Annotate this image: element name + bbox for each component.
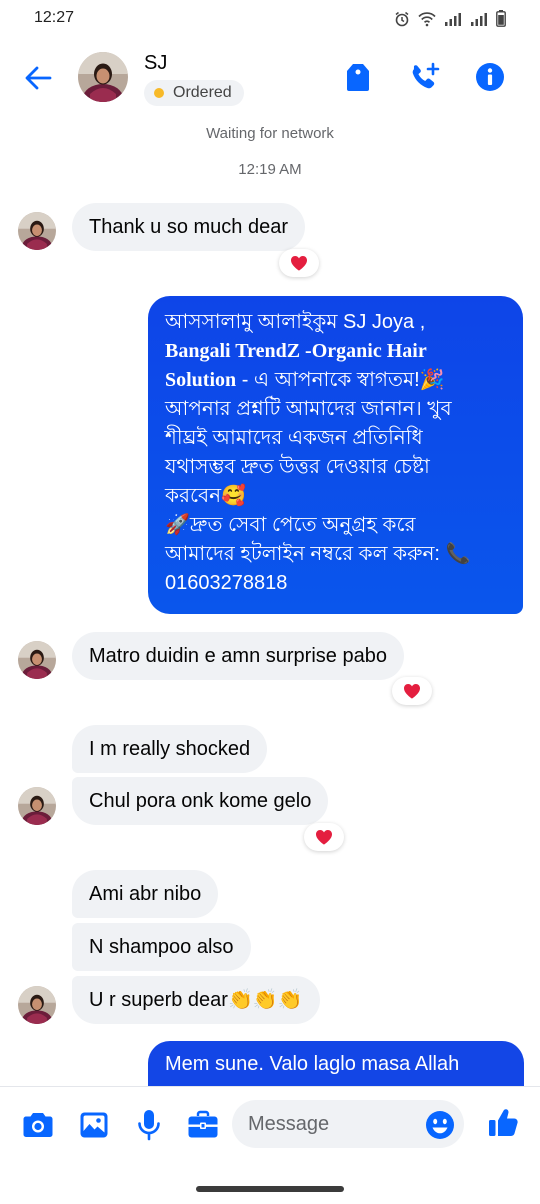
wifi-icon <box>418 11 436 26</box>
greeting-line: Bangali TrendZ -Organic Hair <box>165 340 427 362</box>
sender-avatar[interactable] <box>18 986 56 1024</box>
signal-icon <box>445 12 461 26</box>
contact-name[interactable]: SJ <box>144 52 167 75</box>
clap-emoji: 👏👏👏 <box>227 989 303 1011</box>
info-button[interactable] <box>474 60 506 94</box>
thumbs-up-icon <box>489 1109 518 1136</box>
sender-avatar[interactable] <box>18 212 56 250</box>
business-tools-button[interactable] <box>186 1108 220 1142</box>
emoji-button[interactable] <box>424 1109 456 1141</box>
message-bubble-incoming[interactable]: U r superb dear👏👏👏 <box>72 976 320 1024</box>
avatar-image <box>18 986 56 1024</box>
message-bubble-incoming[interactable]: Matro duidin e amn surprise pabo <box>72 632 404 680</box>
network-notice: Waiting for network <box>206 125 334 142</box>
message-bubble-incoming[interactable]: I m really shocked <box>72 725 268 773</box>
message-bubble-outgoing[interactable]: আসসালামু আলাইকুম SJ Joya , Bangali Trend… <box>148 296 523 614</box>
home-indicator <box>196 1186 344 1192</box>
greeting-line: শীঘ্রই আমাদের একজন প্রতিনিধি <box>165 427 423 449</box>
back-button[interactable] <box>20 60 56 96</box>
status-icons <box>394 10 506 27</box>
add-call-button[interactable] <box>408 60 440 94</box>
message-bubble-incoming[interactable]: N shampoo also <box>72 923 251 971</box>
status-bar: 12:27 <box>0 0 540 38</box>
greeting-line: আমাদের হটলাইন নম্বরে কল করুন: 📞 <box>165 543 471 565</box>
greeting-line: যথাসম্ভব দ্রুত উত্তর দেওয়ার চেষ্টা <box>165 456 430 478</box>
signal-icon-2 <box>471 12 487 26</box>
greeting-line: Solution - এ আপনাকে স্বাগতম!🎉 <box>165 366 507 395</box>
tag-icon <box>347 64 369 91</box>
image-icon <box>80 1112 108 1138</box>
chat-header: SJ Ordered <box>0 40 540 114</box>
voice-button[interactable] <box>132 1108 166 1142</box>
emoji-icon <box>426 1111 454 1139</box>
contact-avatar[interactable] <box>78 52 128 102</box>
sender-avatar[interactable] <box>18 787 56 825</box>
tag-button[interactable] <box>342 60 374 94</box>
greeting-line: 🚀দ্রুত সেবা পেতে অনুগ্রহ করে <box>165 514 416 536</box>
order-status-label: Ordered <box>173 84 232 101</box>
arrow-left-icon <box>25 66 52 90</box>
info-icon <box>476 63 504 91</box>
greeting-line: আপনার প্রশ্নটি আমাদের জানান। খুব <box>165 398 452 420</box>
greeting-text: - এ আপনাকে স্বাগতম!🎉 <box>236 369 445 391</box>
message-reaction[interactable] <box>279 249 319 277</box>
message-bubble-incoming[interactable]: Chul pora onk kome gelo <box>72 777 329 825</box>
message-reaction[interactable] <box>304 823 344 851</box>
sender-avatar[interactable] <box>18 641 56 679</box>
message-bubble-incoming[interactable]: Thank u so much dear <box>72 203 305 251</box>
like-button[interactable] <box>486 1106 520 1140</box>
avatar-image <box>18 212 56 250</box>
gallery-button[interactable] <box>77 1108 111 1142</box>
camera-icon <box>23 1113 53 1137</box>
alarm-icon <box>395 11 409 26</box>
avatar-image <box>18 787 56 825</box>
conversation-timestamp: 12:19 AM <box>238 161 302 178</box>
camera-button[interactable] <box>21 1108 55 1142</box>
greeting-brand-text: Solution <box>165 369 237 391</box>
avatar-image <box>18 641 56 679</box>
hotline-number[interactable]: 01603278818 <box>165 569 507 598</box>
battery-icon <box>496 10 506 27</box>
message-text: U r superb dear <box>89 989 228 1011</box>
briefcase-icon <box>188 1110 218 1138</box>
heart-icon <box>291 256 307 271</box>
heart-icon <box>316 830 332 845</box>
add-call-icon <box>412 62 440 89</box>
message-bubble-incoming[interactable]: Ami abr nibo <box>72 870 219 918</box>
microphone-icon <box>138 1110 160 1141</box>
greeting-line: করবেন🥰 <box>165 485 247 507</box>
message-reaction[interactable] <box>392 677 432 705</box>
status-time: 12:27 <box>34 9 75 26</box>
order-status-badge[interactable]: Ordered <box>144 80 244 106</box>
greeting-line: আসসালামু আলাইকুম SJ Joya , <box>165 311 426 333</box>
status-dot <box>154 88 164 98</box>
message-composer <box>0 1086 540 1162</box>
avatar-image <box>78 52 128 102</box>
heart-icon <box>404 684 420 699</box>
